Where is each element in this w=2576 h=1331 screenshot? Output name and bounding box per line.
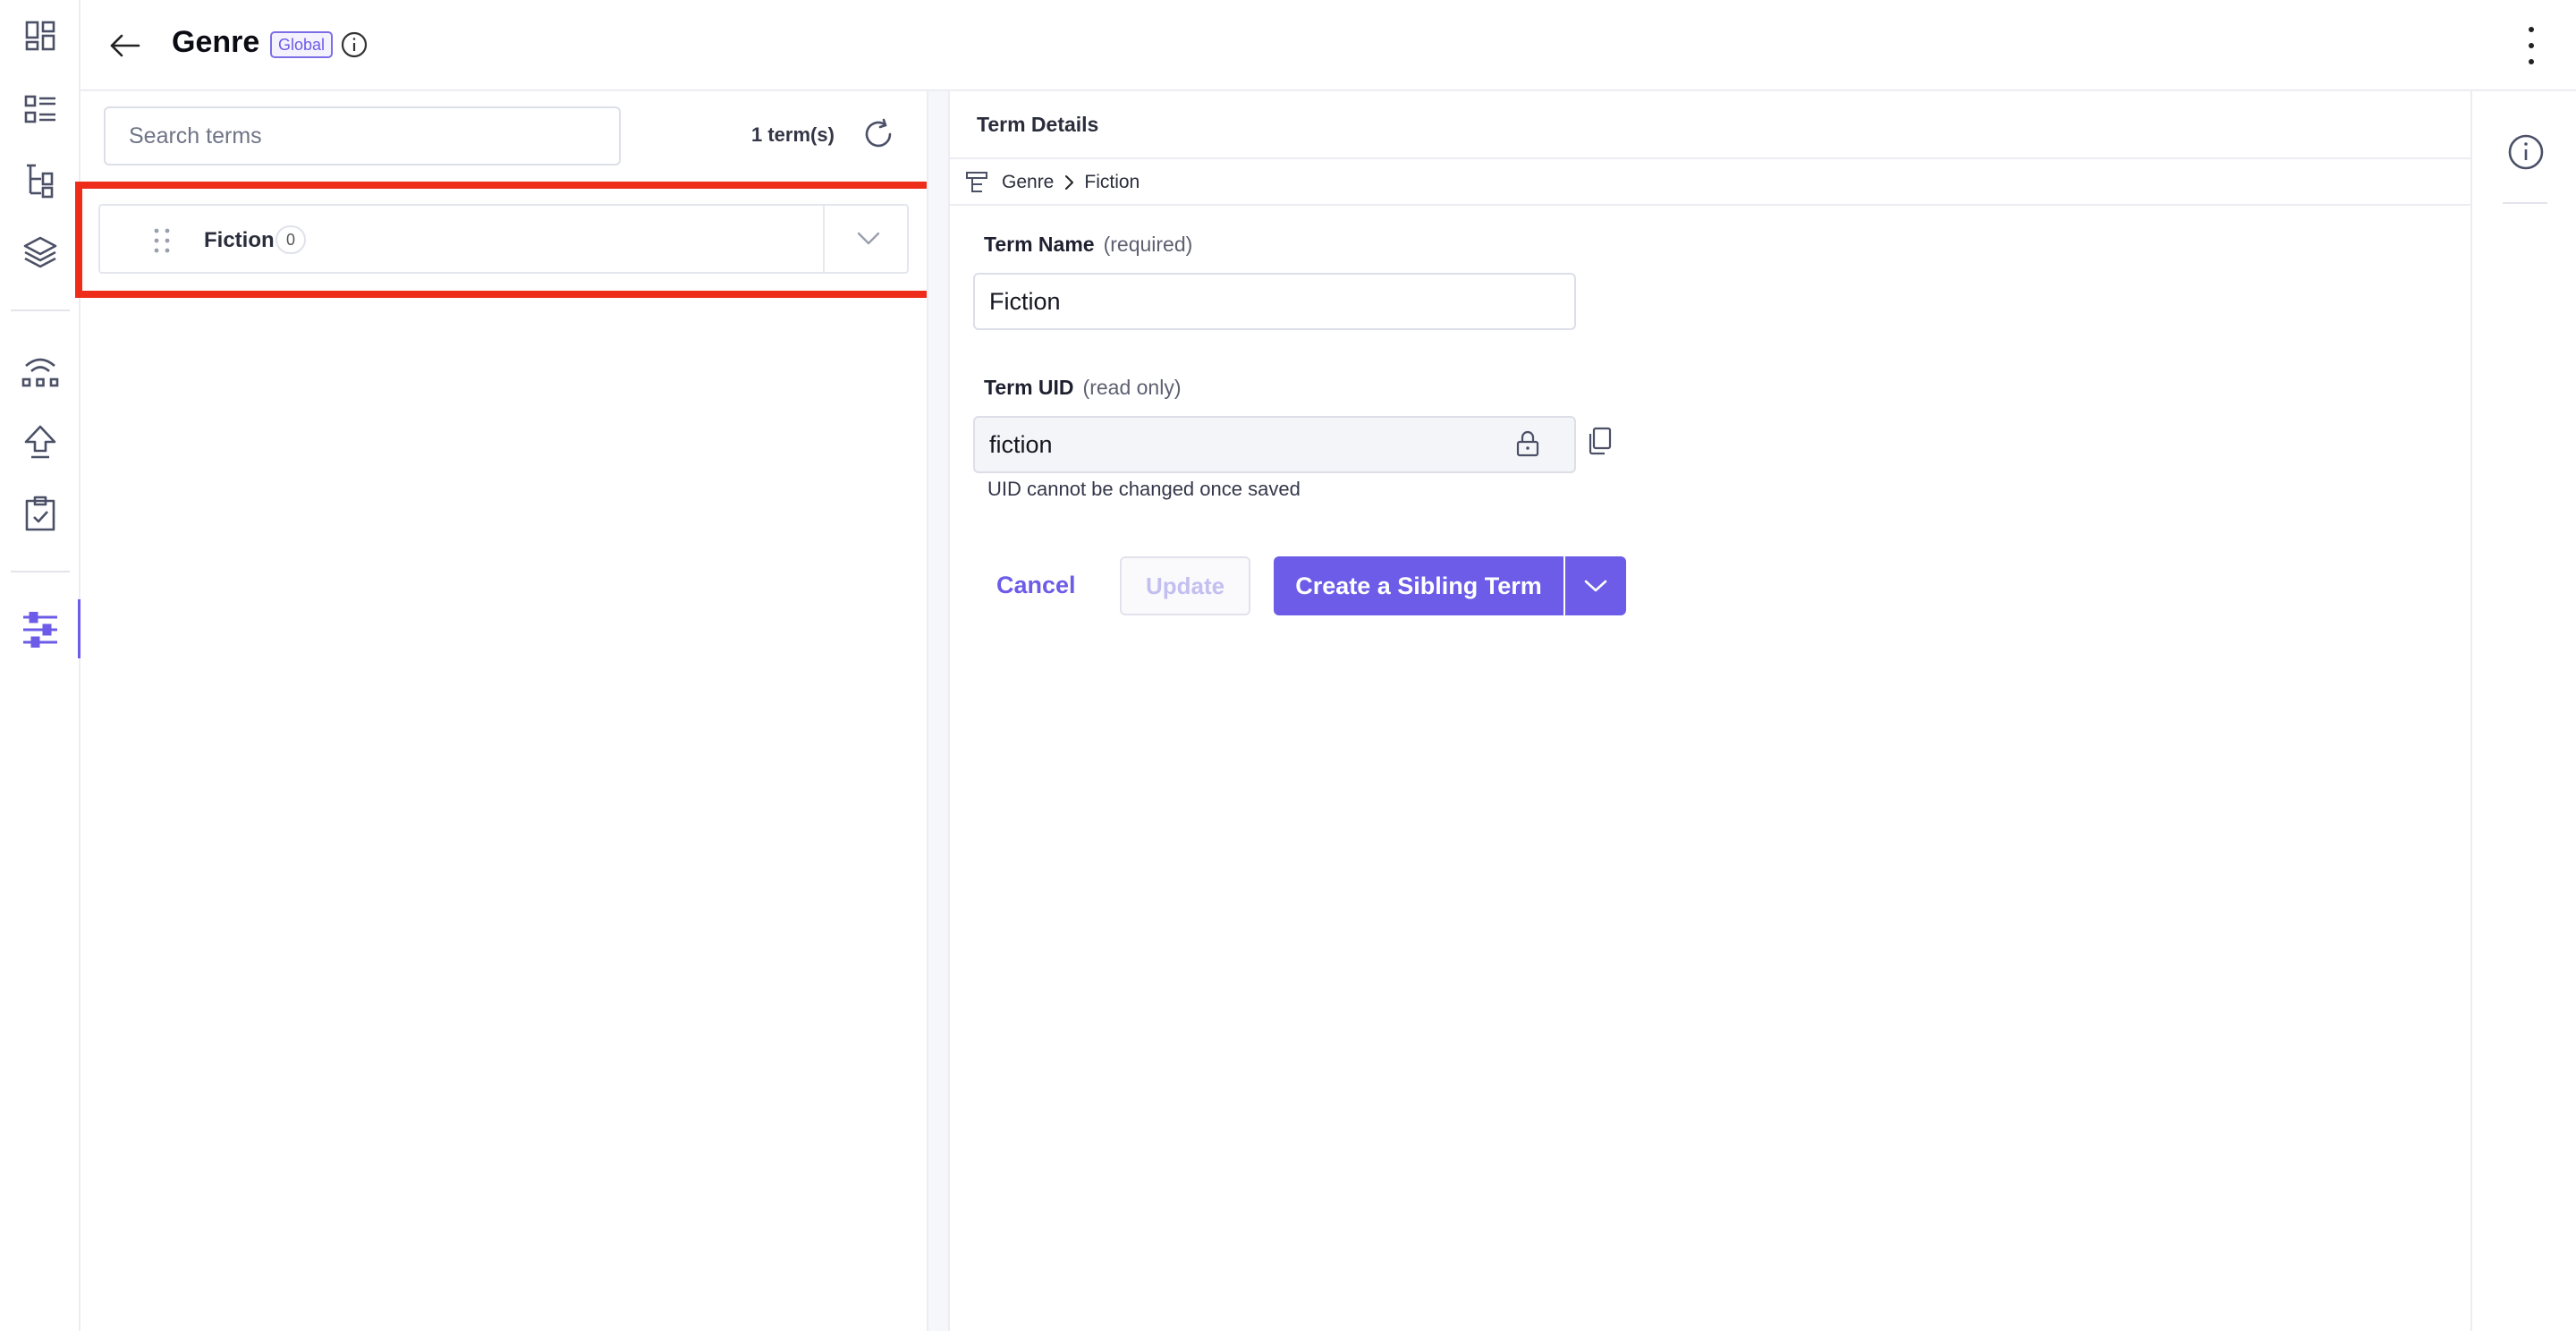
icon-rail [0,0,80,1331]
global-badge: Global [270,31,334,58]
tasks-clipboard-icon[interactable] [19,492,62,535]
copy-icon[interactable] [1585,426,1615,456]
breadcrumb-fiction: Fiction [1084,172,1140,192]
stack-layers-icon[interactable] [19,231,62,274]
required-hint: (required) [1103,233,1193,256]
term-name[interactable]: Fiction [204,228,275,253]
refresh-icon[interactable] [859,114,898,154]
breadcrumb: Genre Fiction [964,166,1140,199]
uid-help-text: UID cannot be changed once saved [987,478,1301,500]
term-name-label-text: Term Name [984,233,1095,256]
term-name-label: Term Name (required) [984,233,1192,257]
panel-splitter[interactable] [927,91,950,1331]
row-divider [823,206,825,272]
page-title: Genre [172,25,260,59]
chevron-down-icon[interactable] [853,224,884,254]
lock-icon [1513,429,1542,458]
chevron-down-icon [1584,580,1607,592]
drag-handle-icon[interactable] [152,227,172,254]
back-button[interactable] [104,24,147,67]
deploy-upload-icon[interactable] [19,420,62,463]
details-info-icon[interactable] [2506,132,2546,172]
term-uid-input [973,416,1576,473]
cancel-button[interactable]: Cancel [979,556,1094,614]
create-options-dropdown[interactable] [1565,556,1626,615]
term-uid-label-text: Term UID [984,376,1074,399]
info-rail [2474,91,2576,1331]
term-uid-label: Term UID (read only) [984,376,1181,400]
arrow-left-icon [110,34,140,57]
term-row[interactable]: Fiction 0 [98,204,909,274]
settings-sliders-icon[interactable] [19,608,62,651]
details-title: Term Details [977,113,1099,136]
term-details-panel: Term Details Genre Fiction Term Name (req… [950,91,2472,1331]
create-sibling-term-button[interactable]: Create a Sibling Term [1274,556,1563,615]
read-only-hint: (read only) [1082,376,1182,399]
network-icon[interactable] [19,349,62,392]
info-circle-icon[interactable] [340,30,369,59]
taxonomy-icon [966,172,987,192]
page-header: Genre Global [80,0,2576,91]
child-count-badge: 0 [275,225,306,254]
content-models-icon[interactable] [19,159,62,202]
term-count: 1 term(s) [751,123,835,146]
term-name-input[interactable] [973,273,1576,330]
entries-list-icon[interactable] [19,88,62,131]
update-button[interactable]: Update [1120,556,1250,615]
search-input[interactable] [104,106,621,165]
chevron-right-icon [1065,175,1074,190]
breadcrumb-genre[interactable]: Genre [1002,172,1054,193]
more-vertical-icon[interactable] [2522,27,2540,64]
dashboard-icon[interactable] [19,14,62,57]
